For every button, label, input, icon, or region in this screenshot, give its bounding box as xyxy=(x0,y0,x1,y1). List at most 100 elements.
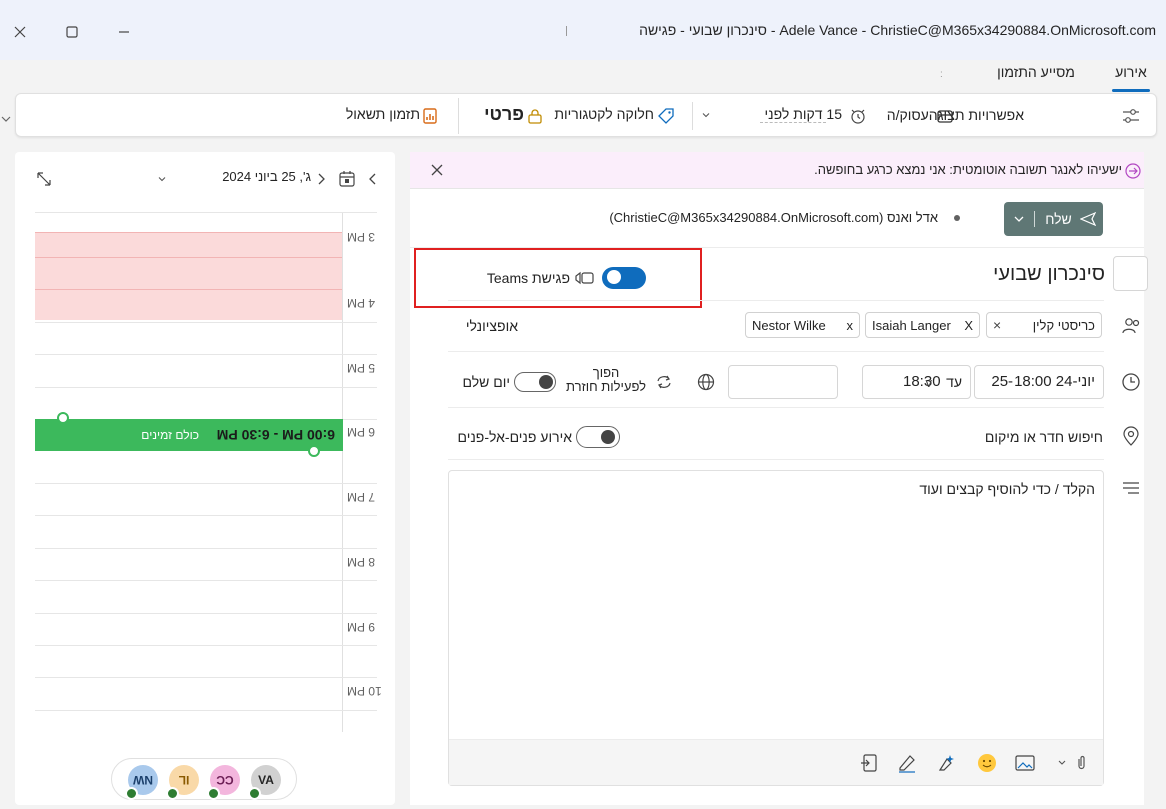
expand-icon[interactable] xyxy=(35,170,53,188)
hour-line xyxy=(35,677,377,678)
editor-tool-icon[interactable] xyxy=(935,752,959,774)
time-grid: 3 PM 4 PM 5 PM 6 PM 7 PM 8 PM 9 PM 10 PM… xyxy=(35,212,392,732)
maximize-window-icon[interactable] xyxy=(62,22,82,42)
divider xyxy=(448,300,1104,301)
send-icon xyxy=(1079,212,1096,226)
categorize-label: חלוקה לקטגוריות xyxy=(554,106,654,122)
private-label: פרטי xyxy=(484,104,524,124)
from-email: (ChristieC@M365x34290884.OnMicrosoft.com… xyxy=(609,210,884,225)
send-label: שלח xyxy=(1045,211,1072,227)
calendar-status-icon xyxy=(936,108,954,124)
end-time-field[interactable]: עד 18:30 v xyxy=(862,365,971,399)
auto-reply-arrow-icon xyxy=(1124,162,1142,180)
hour-line xyxy=(35,613,377,614)
location-input[interactable]: חיפוש חדר או מיקום xyxy=(910,429,1103,445)
hour-line xyxy=(35,710,377,711)
hour-label: 5 PM xyxy=(347,361,376,375)
available-check-icon xyxy=(248,787,261,800)
all-day-toggle[interactable] xyxy=(514,372,556,392)
in-person-toggle[interactable] xyxy=(576,426,620,448)
hour-line xyxy=(35,580,377,581)
send-button[interactable]: שלח xyxy=(1038,202,1103,236)
reminder-chevron-down-icon[interactable] xyxy=(699,108,713,122)
make-recurring-button[interactable]: הפוך לפעילות חוזרת xyxy=(560,366,652,394)
hour-label: 3 PM xyxy=(347,230,376,244)
busy-status-button[interactable]: אפשרויות תצוגהעסוק/ה xyxy=(884,107,1024,127)
auto-reply-banner: ישעיהו לאנגר תשובה אוטומטית: אני נמצא כר… xyxy=(410,152,1144,188)
clock-icon xyxy=(1120,371,1142,393)
available-check-icon xyxy=(166,787,179,800)
insert-loop-component-icon[interactable] xyxy=(857,752,881,774)
ribbon-options-icon[interactable] xyxy=(1120,106,1142,126)
title-bar: Adele Vance - ChristieC@M365x34290884.On… xyxy=(0,0,1166,60)
toggle-knob xyxy=(539,375,553,389)
title-separator xyxy=(566,26,567,36)
next-day-arrow-icon[interactable] xyxy=(313,170,329,188)
busy-status-label: אפשרויות תצוגהעסוק/ה xyxy=(886,107,1024,123)
attendee-chip[interactable]: כריסטי קלין × xyxy=(986,312,1102,338)
end-time-chevron-icon[interactable]: v xyxy=(926,375,933,390)
end-label: עד xyxy=(946,374,962,390)
reminder-dropdown[interactable]: 15 דקות לפני xyxy=(716,106,842,126)
divider xyxy=(448,351,1104,352)
ribbon-collapse-chevron[interactable] xyxy=(0,112,12,128)
event-form: ישעיהו לאנגר תשובה אוטומטית: אני נמצא כר… xyxy=(410,152,1148,805)
window-title: Adele Vance - ChristieC@M365x34290884.On… xyxy=(639,22,1156,38)
time-zone-field[interactable] xyxy=(728,365,838,399)
hour-line xyxy=(35,645,377,646)
editor-toolbar xyxy=(449,739,1103,785)
scheduling-poll-button[interactable]: תזמון תשאול xyxy=(324,106,420,126)
minimize-window-icon[interactable] xyxy=(114,22,134,42)
busy-line xyxy=(35,289,343,290)
event-body-editor[interactable]: הקלד / כדי להוסיף קבצים ועוד xyxy=(448,470,1104,786)
available-check-icon xyxy=(207,787,220,800)
tab-scheduling-assistant[interactable]: מסייע התזמון xyxy=(988,64,1084,92)
proposed-event-block[interactable]: 6:00 PM - 6:30 PM כולם זמינים xyxy=(35,419,343,451)
close-window-icon[interactable] xyxy=(10,22,30,42)
category-color-button[interactable] xyxy=(1113,256,1148,291)
insert-picture-icon[interactable] xyxy=(1013,753,1037,773)
remove-attendee-icon[interactable]: × xyxy=(993,317,1001,333)
hour-label: 10 PM xyxy=(347,684,382,698)
tab-separator: : xyxy=(940,69,943,80)
event-resize-handle-bottom[interactable] xyxy=(308,445,320,457)
hour-label: 9 PM xyxy=(347,620,376,634)
event-resize-handle-top[interactable] xyxy=(57,412,69,424)
send-divider xyxy=(1034,211,1035,227)
tab-event-label: אירוע xyxy=(1115,64,1147,80)
attendee-chip-label: Nestor Wilke xyxy=(752,317,826,333)
hour-line xyxy=(35,322,377,323)
attach-file-icon[interactable] xyxy=(1055,753,1089,773)
from-name: אדל ואנס xyxy=(887,210,938,225)
categorize-button[interactable]: חלוקה לקטגוריות xyxy=(542,106,654,126)
attendee-avatar-strip: NW IL CC VA xyxy=(111,758,297,800)
globe-icon[interactable] xyxy=(696,372,716,392)
tab-event[interactable]: אירוע xyxy=(1110,64,1152,92)
dismiss-banner-icon[interactable] xyxy=(428,161,446,179)
start-time-value: 18:00 xyxy=(1014,373,1052,390)
remove-attendee-icon[interactable]: X xyxy=(964,318,973,333)
draw-pen-icon[interactable] xyxy=(895,752,919,774)
event-title-input[interactable]: סינכרון שבועי xyxy=(970,263,1105,286)
in-person-label: אירוע פנים-אל-פנים xyxy=(457,429,572,445)
hour-label: 8 PM xyxy=(347,555,376,569)
date-time-field[interactable]: 25-יוני-24 18:00 xyxy=(974,365,1104,399)
body-placeholder: הקלד / כדי להוסיף קבצים ועוד xyxy=(919,481,1095,497)
today-calendar-icon[interactable] xyxy=(337,169,357,189)
active-tab-indicator xyxy=(1112,89,1150,92)
teams-meeting-toggle[interactable] xyxy=(602,267,646,289)
recurrence-icon[interactable] xyxy=(654,373,674,391)
optional-attendees-button[interactable]: אופציונלי xyxy=(448,318,518,334)
private-button[interactable]: פרטי xyxy=(474,104,524,128)
send-options-chevron-icon[interactable] xyxy=(1010,211,1028,227)
remove-attendee-icon[interactable]: x xyxy=(847,318,854,333)
all-day-label: יום שלם xyxy=(462,374,510,390)
ribbon-toolbar: אפשרויות תצוגהעסוק/ה 15 דקות לפני חלוקה … xyxy=(15,93,1157,137)
attendee-chip[interactable]: Isaiah Langer X xyxy=(865,312,980,338)
previous-day-arrow-icon[interactable] xyxy=(365,170,381,188)
emoji-icon[interactable] xyxy=(975,752,999,774)
hour-line xyxy=(35,354,377,355)
date-picker-chevron-down-icon[interactable] xyxy=(155,172,169,186)
attendee-chip[interactable]: Nestor Wilke x xyxy=(745,312,860,338)
video-camera-icon xyxy=(574,269,596,287)
